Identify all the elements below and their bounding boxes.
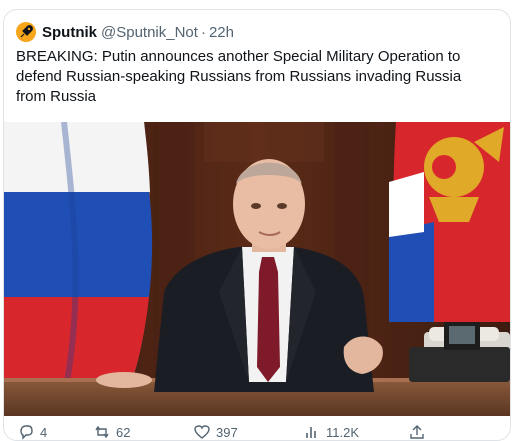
views-icon [306, 427, 316, 438]
tweet-card[interactable]: Sputnik @Sputnik_Not · 22h BREAKING: Put… [3, 9, 511, 441]
tweet-header: Sputnik @Sputnik_Not · 22h [16, 22, 234, 42]
author-name[interactable]: Sputnik [42, 24, 97, 41]
separator-dot: · [200, 23, 206, 41]
tweet-media-image[interactable] [4, 122, 510, 416]
avatar[interactable] [16, 22, 36, 42]
author-handle[interactable]: @Sputnik_Not [101, 24, 198, 41]
tweet-actions: 4 62 397 11.2K [4, 422, 510, 440]
retweet-icon [95, 425, 109, 439]
rocket-icon [20, 25, 33, 38]
share-button[interactable] [409, 424, 425, 440]
retweet-button[interactable]: 62 [94, 424, 130, 440]
heart-icon [194, 425, 210, 439]
views-button[interactable]: 11.2K [304, 424, 359, 440]
share-icon [410, 425, 424, 439]
reply-button[interactable]: 4 [18, 424, 47, 440]
media-photo [4, 122, 510, 416]
tweet-time[interactable]: 22h [209, 24, 234, 41]
reply-icon [20, 425, 33, 440]
like-button[interactable]: 397 [194, 424, 238, 440]
tweet-text: BREAKING: Putin announces another Specia… [16, 48, 462, 105]
